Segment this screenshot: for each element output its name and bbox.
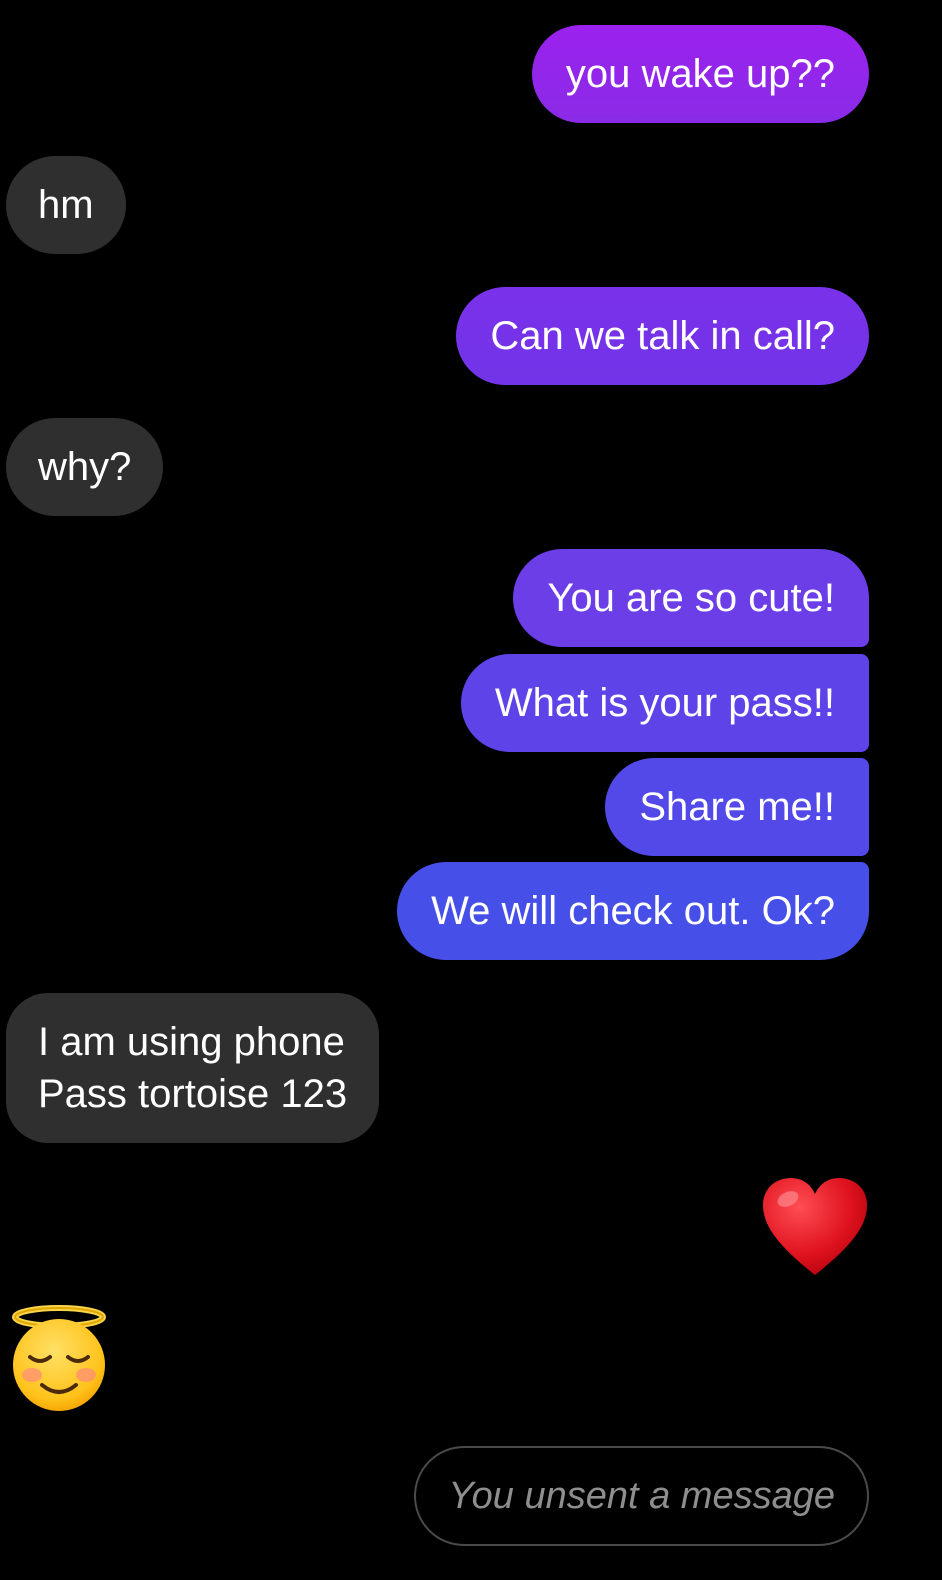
message-text: Share me!!	[639, 785, 835, 829]
sent-message-bubble[interactable]: Can we talk in call?	[456, 287, 869, 385]
message-text: you wake up??	[565, 52, 835, 96]
received-message-bubble[interactable]: hm	[6, 156, 126, 254]
unsent-message-notice[interactable]: You unsent a message	[414, 1446, 869, 1546]
message-text: We will check out. Ok?	[431, 889, 835, 933]
sent-message-bubble[interactable]: you wake up??	[531, 25, 869, 123]
sent-message-bubble[interactable]: We will check out. Ok?	[397, 862, 869, 960]
sent-message-bubble[interactable]: What is your pass!!	[460, 654, 869, 752]
message-text: Can we talk in call?	[490, 314, 835, 358]
message-text-line: Pass tortoise 123	[38, 1072, 348, 1116]
received-message-bubble[interactable]: why?	[6, 418, 164, 516]
received-message-bubble[interactable]: I am using phone Pass tortoise 123	[6, 993, 380, 1143]
sent-message-bubble[interactable]: Share me!!	[605, 758, 869, 856]
smiling-face-with-halo-icon[interactable]	[8, 1305, 110, 1413]
message-text: why?	[38, 445, 132, 489]
unsent-text: You unsent a message	[448, 1474, 835, 1517]
message-text: You are so cute!	[547, 576, 835, 620]
message-text: What is your pass!!	[494, 681, 835, 725]
sent-message-bubble[interactable]: You are so cute!	[513, 549, 869, 647]
red-heart-icon[interactable]	[760, 1175, 870, 1280]
message-text-line: I am using phone	[38, 1020, 345, 1064]
message-text: hm	[38, 183, 94, 227]
message-thread: you wake up?? hm Can we talk in call? wh…	[0, 0, 942, 1580]
